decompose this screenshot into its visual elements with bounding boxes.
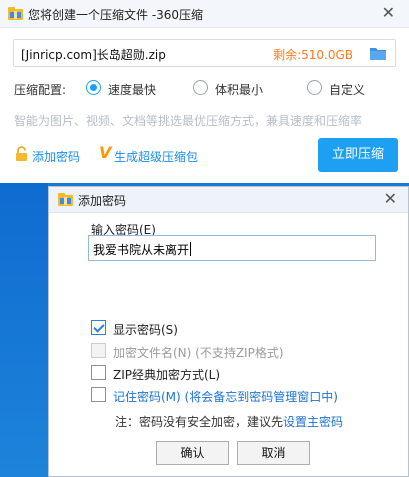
show-password-label: 显示密码(S) <box>113 323 178 337</box>
folder-icon[interactable] <box>370 47 386 60</box>
remember-password-checkbox[interactable] <box>91 387 106 402</box>
option-smallest-label: 体积最小 <box>215 83 264 97</box>
cancel-button[interactable]: 取消 <box>237 441 310 465</box>
text-caret <box>190 242 192 256</box>
close-icon[interactable]: ✕ <box>382 3 395 23</box>
remember-password-label: 记住密码(M) (将会备忘到密码管理窗口中) <box>113 390 338 404</box>
show-password-checkbox[interactable] <box>91 320 106 335</box>
security-note-text: 注：密码没有安全加密，建议先 <box>115 415 284 429</box>
add-password-dialog: 添加密码 ✕ 输入密码(E) 我爱书院从未离开 显示密码(S) 加密文件名(N)… <box>48 186 409 477</box>
dialog-titlebar: 添加密码 ✕ <box>49 187 408 213</box>
confirm-button[interactable]: 确认 <box>156 441 229 465</box>
radio-custom[interactable] <box>307 80 322 95</box>
window-titlebar: 您将创建一个压缩文件 -360压缩 ✕ <box>0 0 409 28</box>
set-master-password-link[interactable]: 设置主密码 <box>283 415 343 429</box>
dialog-title: 添加密码 <box>78 194 127 208</box>
window-title: 您将创建一个压缩文件 -360压缩 <box>28 8 204 22</box>
close-icon[interactable]: ✕ <box>384 188 397 210</box>
encrypt-filenames-checkbox <box>91 343 106 358</box>
vip-v-icon: V <box>99 143 112 162</box>
free-space-label: 剩余:510.0GB <box>273 48 353 62</box>
lock-icon <box>16 146 27 161</box>
add-password-link[interactable]: 添加密码 <box>32 148 80 165</box>
zip-classic-encryption-label: ZIP经典加密方式(L) <box>113 368 221 382</box>
zip-classic-encryption-checkbox[interactable] <box>91 365 106 380</box>
encrypt-filenames-label: 加密文件名(N) (不支持ZIP格式) <box>113 346 284 360</box>
security-note: 注：密码没有安全加密，建议先设置主密码 <box>115 413 343 430</box>
compress-window: 您将创建一个压缩文件 -360压缩 ✕ [Jinricp.com]长岛超勋.zi… <box>0 0 409 183</box>
option-custom-label: 自定义 <box>329 83 366 97</box>
super-package-link[interactable]: 生成超级压缩包 <box>114 148 198 165</box>
password-field[interactable]: 我爱书院从未离开 <box>88 235 376 261</box>
compression-config-label: 压缩配置: <box>14 83 67 97</box>
radio-fastest[interactable] <box>86 80 101 95</box>
password-value: 我爱书院从未离开 <box>93 243 190 257</box>
desktop-left-strip <box>0 183 48 477</box>
archive-name[interactable]: [Jinricp.com]长岛超勋.zip <box>21 46 166 63</box>
360-zip-icon <box>8 7 23 20</box>
option-fastest-label: 速度最快 <box>108 83 157 97</box>
360-zip-icon <box>58 193 73 206</box>
radio-smallest[interactable] <box>193 80 208 95</box>
archive-path-field[interactable]: [Jinricp.com]长岛超勋.zip 剩余:510.0GB <box>13 39 396 67</box>
compress-now-button[interactable]: 立即压缩 <box>318 138 398 172</box>
compression-hint: 智能为图片、视频、文档等挑选最优压缩方式，兼具速度和压缩率 <box>14 114 363 128</box>
